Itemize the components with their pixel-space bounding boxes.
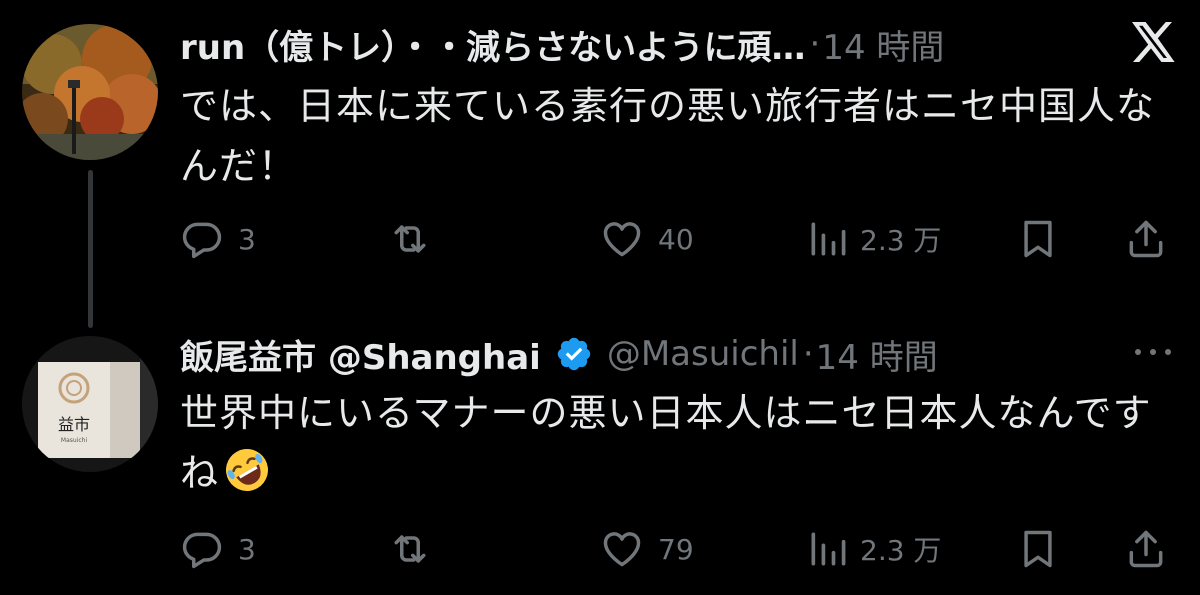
tweet-text: では、日本に来ている素行の悪い旅行者はニセ中国人なんだ！ — [180, 84, 1156, 188]
retweet-button[interactable] — [388, 214, 446, 264]
verified-badge-icon — [557, 337, 591, 371]
heart-icon — [603, 532, 641, 567]
view-count: 2.3 万 — [860, 534, 942, 567]
views-button[interactable]: 2.3 万 — [806, 214, 941, 264]
tweet[interactable]: 益市 Masuichi 飯尾益市 @Shanghai @Masuichil · … — [0, 300, 1200, 595]
separator-dot: · — [802, 334, 814, 374]
tweet-text-content: 世界中にいるマナーの悪い日本人はニセ日本人なんですね — [180, 391, 1152, 495]
separator-dot: · — [809, 24, 821, 64]
avatar-sign-text: 益市 — [58, 415, 90, 434]
tweet[interactable]: run（億トレ）・・減らさないように頑… · 14 時間 では、日本に来ている素… — [0, 0, 1200, 328]
share-icon — [1129, 220, 1163, 258]
view-count: 2.3 万 — [860, 224, 942, 257]
views-button[interactable]: 2.3 万 — [806, 524, 941, 574]
tweet-header: 飯尾益市 @Shanghai @Masuichil · 14 時間 — [180, 329, 938, 379]
retweet-icon — [394, 225, 426, 253]
user-avatar[interactable]: 益市 Masuichi — [22, 336, 158, 472]
share-icon — [1129, 530, 1163, 568]
like-count: 40 — [658, 222, 694, 256]
bookmark-icon — [1024, 530, 1052, 568]
reply-count: 3 — [238, 222, 256, 256]
tweet-header: run（億トレ）・・減らさないように頑… · 14 時間 — [180, 19, 944, 69]
analytics-icon — [811, 222, 846, 256]
avatar-sign-subtext: Masuichi — [61, 437, 88, 444]
like-button[interactable]: 40 — [600, 214, 694, 264]
share-button[interactable] — [1124, 524, 1168, 574]
bookmark-button[interactable] — [1016, 524, 1060, 574]
share-button[interactable] — [1124, 214, 1168, 264]
reply-count: 3 — [238, 532, 256, 566]
tweet-text: 世界中にいるマナーの悪い日本人はニセ日本人なんですね — [180, 383, 1170, 503]
reply-icon — [182, 222, 222, 259]
analytics-icon — [811, 532, 846, 566]
rolling-on-floor-laughing-emoji — [226, 449, 269, 491]
like-button[interactable]: 79 — [600, 524, 694, 574]
x-logo-icon[interactable] — [1128, 18, 1176, 66]
reply-icon — [182, 532, 222, 569]
timestamp[interactable]: 14 時間 — [822, 20, 944, 69]
tweet-actions: 3 79 2.3 万 — [180, 524, 1170, 574]
reply-button[interactable]: 3 — [180, 214, 256, 264]
autumn-foliage-avatar-image — [22, 24, 158, 160]
heart-icon — [603, 222, 641, 257]
bookmark-button[interactable] — [1016, 214, 1060, 264]
tweet-actions: 3 40 2.3 万 — [180, 214, 1170, 264]
bookmark-icon — [1024, 220, 1052, 258]
like-count: 79 — [658, 532, 694, 566]
more-options-icon[interactable] — [1130, 342, 1176, 362]
masuichi-sign-avatar-image: 益市 Masuichi — [22, 336, 158, 472]
retweet-button[interactable] — [388, 524, 446, 574]
reply-button[interactable]: 3 — [180, 524, 256, 574]
display-name[interactable]: run（億トレ）・・減らさないように頑… — [180, 20, 806, 69]
timestamp[interactable]: 14 時間 — [816, 330, 938, 379]
retweet-icon — [394, 535, 426, 563]
display-name[interactable]: 飯尾益市 @Shanghai — [180, 330, 541, 379]
user-avatar[interactable] — [22, 24, 158, 160]
user-handle[interactable]: @Masuichil — [607, 334, 799, 374]
